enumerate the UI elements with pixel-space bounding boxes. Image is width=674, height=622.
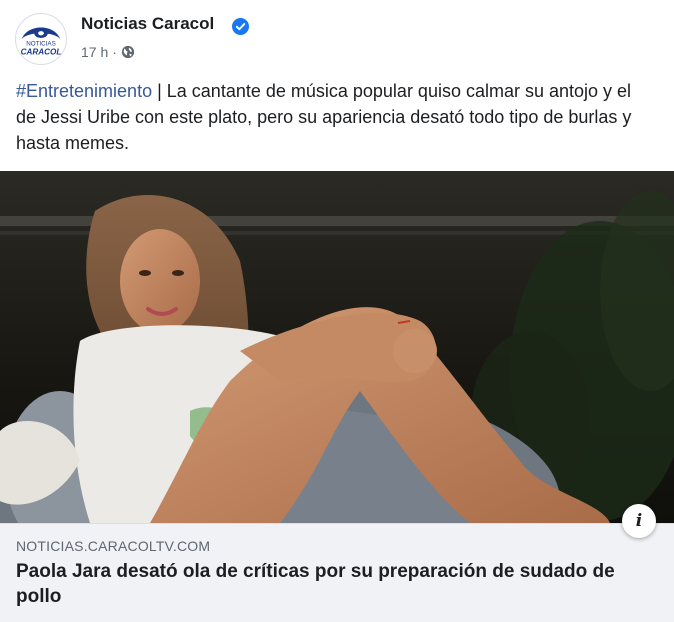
svg-text:CARACOL: CARACOL: [21, 47, 62, 56]
page-avatar[interactable]: NOTICIAS CARACOL: [15, 13, 67, 65]
facebook-post-card: NOTICIAS CARACOL Noticias Caracol 17 h ·…: [0, 0, 674, 622]
link-domain: NOTICIAS.CARACOLTV.COM: [16, 538, 211, 554]
globe-icon: [121, 45, 135, 59]
photo-woman-sitting: [0, 171, 674, 523]
post-meta: 17 h ·: [81, 44, 135, 60]
link-headline[interactable]: Paola Jara desató ola de críticas por su…: [16, 559, 636, 609]
post-timestamp[interactable]: 17 h: [81, 44, 108, 60]
link-preview[interactable]: NOTICIAS.CARACOLTV.COM Paola Jara desató…: [0, 523, 674, 622]
meta-separator: ·: [112, 44, 117, 60]
caracol-logo-icon: NOTICIAS CARACOL: [16, 14, 66, 64]
page-name[interactable]: Noticias Caracol: [81, 14, 214, 34]
post-header: NOTICIAS CARACOL Noticias Caracol 17 h ·: [0, 0, 674, 70]
info-button[interactable]: i: [622, 504, 656, 538]
verified-badge-icon: [232, 18, 249, 35]
post-message: #Entretenimiento | La cantante de música…: [16, 78, 656, 156]
hashtag-link[interactable]: #Entretenimiento: [16, 81, 152, 101]
link-preview-image[interactable]: [0, 171, 674, 523]
